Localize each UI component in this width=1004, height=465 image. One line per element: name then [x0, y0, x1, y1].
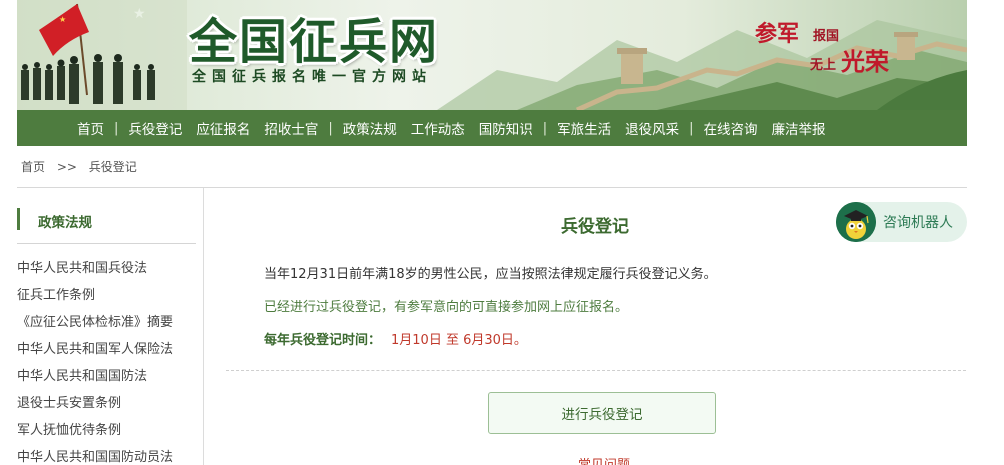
registration-requirement-text: 当年12月31日前年满18岁的男性公民，应当按照法律规定履行兵役登记义务。: [264, 267, 717, 282]
sidebar-vertical-divider: [203, 188, 204, 465]
site-logo-subtitle: 全国征兵报名唯一官方网站: [192, 69, 432, 85]
slogan-part-4: 光荣: [841, 47, 889, 76]
sidebar-title: 政策法规: [38, 215, 92, 231]
slogan-part-2: 报国: [813, 29, 840, 44]
sidebar-item-military-pension[interactable]: 军人抚恤优待条例: [17, 421, 173, 448]
nav-separator: |: [689, 120, 694, 136]
robot-label: 咨询机器人: [883, 215, 953, 231]
robot-avatar-icon: [836, 202, 876, 242]
sidebar-title-marker: [17, 208, 20, 230]
sidebar-item-veteran-resettlement[interactable]: 退役士兵安置条例: [17, 394, 173, 421]
start-registration-button[interactable]: 进行兵役登记: [488, 392, 716, 434]
sidebar-item-conscription-regulations[interactable]: 征兵工作条例: [17, 286, 173, 313]
nav-separator: |: [328, 120, 333, 136]
breadcrumb-current: 兵役登记: [88, 160, 137, 174]
sidebar-policy-list: 中华人民共和国兵役法 征兵工作条例 《应征公民体检标准》摘要 中华人民共和国军人…: [17, 259, 173, 465]
breadcrumb-separator: >>: [56, 160, 77, 174]
sidebar-item-national-defense-law[interactable]: 中华人民共和国国防法: [17, 367, 173, 394]
flag-bearer-soldiers-icon: ★ ★: [17, 0, 187, 110]
nav-military-life[interactable]: 军旅生活: [557, 118, 611, 138]
slogan-part-3: 无上: [810, 58, 837, 73]
nav-separator: |: [114, 120, 119, 136]
svg-text:★: ★: [133, 6, 146, 22]
svg-text:★: ★: [59, 15, 66, 24]
slogan-part-1: 参军: [755, 21, 800, 47]
page-title: 兵役登记: [561, 217, 629, 237]
nav-policies[interactable]: 政策法规: [343, 118, 397, 138]
sidebar-item-defense-mobilization-law[interactable]: 中华人民共和国国防动员法: [17, 448, 173, 465]
consult-robot-button[interactable]: 咨询机器人: [836, 202, 967, 242]
nav-veteran-stories[interactable]: 退役风采: [625, 118, 679, 138]
nav-defense-knowledge[interactable]: 国防知识: [479, 118, 533, 138]
breadcrumb-divider: [17, 187, 967, 188]
nav-work-news[interactable]: 工作动态: [411, 118, 465, 138]
nav-separator: |: [542, 120, 548, 136]
site-logo-title[interactable]: 全国征兵网: [189, 2, 439, 72]
nav-online-consulting[interactable]: 在线咨询: [704, 118, 758, 138]
faq-link[interactable]: 常见问题: [578, 454, 630, 465]
nav-home[interactable]: 首页: [77, 118, 104, 138]
breadcrumb: 首页 >> 兵役登记: [21, 158, 145, 175]
registration-period: 每年兵役登记时间： 1月10日 至 6月30日。: [264, 329, 527, 348]
nav-enlistment-signup[interactable]: 应征报名: [196, 118, 250, 138]
sidebar-item-physical-exam-standard[interactable]: 《应征公民体检标准》摘要: [17, 313, 173, 340]
registered-hint-text: 已经进行过兵役登记，有参军意向的可直接参加网上应征报名。: [264, 300, 629, 315]
main-nav-bar: 首页 | 兵役登记 应征报名 招收士官 | 政策法规 工作动态 国防知识 | 军…: [17, 110, 967, 146]
content-dashed-divider: [226, 370, 966, 371]
nav-nco-recruitment[interactable]: 招收士官: [264, 118, 318, 138]
breadcrumb-home-link[interactable]: 首页: [21, 160, 45, 174]
nav-military-registration[interactable]: 兵役登记: [128, 118, 182, 138]
sidebar-item-military-service-law[interactable]: 中华人民共和国兵役法: [17, 259, 173, 286]
site-banner: ★ ★ 全国征兵网 全国征兵报名唯一官方网站 参军 报国 无上 光荣: [17, 0, 967, 110]
nav-integrity-report[interactable]: 廉洁举报: [772, 118, 826, 138]
sidebar-divider: [17, 243, 196, 244]
registration-period-label: 每年兵役登记时间：: [264, 333, 382, 348]
sidebar-item-military-insurance-law[interactable]: 中华人民共和国军人保险法: [17, 340, 173, 367]
registration-period-value: 1月10日 至 6月30日。: [391, 333, 527, 348]
